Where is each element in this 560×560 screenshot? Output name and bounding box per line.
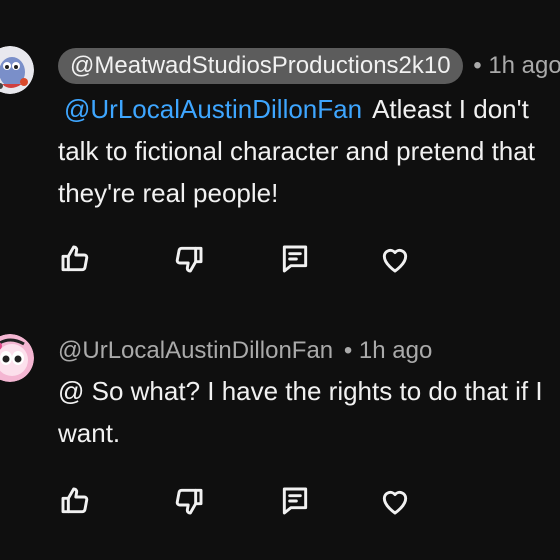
thumbs-down-icon [175, 488, 203, 515]
like-button[interactable] [58, 242, 92, 276]
comment-text: @UrLocalAustinDillonFan Atleast I don't t… [58, 88, 560, 214]
mention-link[interactable]: @UrLocalAustinDillonFan [64, 94, 362, 124]
author-handle[interactable]: @UrLocalAustinDillonFan [58, 337, 333, 364]
comment-line: they're real people! [58, 178, 279, 208]
comment-line: @ So what? I have the rights to do that … [58, 376, 543, 406]
thumbs-up-icon [61, 487, 89, 514]
heart-button[interactable] [378, 242, 412, 276]
reply-icon [282, 245, 308, 273]
comment-actions [58, 484, 458, 520]
like-button[interactable] [58, 484, 92, 518]
dislike-button[interactable] [172, 242, 206, 276]
comment-header: @UrLocalAustinDillonFan • 1h ago [58, 334, 432, 368]
comment-line: @UrLocalAustinDillonFan Atleast I don't [64, 94, 529, 124]
heart-button[interactable] [378, 484, 412, 518]
comment-header: @MeatwadStudiosProductions2k10 • 1h ago [58, 48, 560, 84]
thumbs-up-icon [61, 245, 89, 272]
timestamp: • 1h ago [343, 337, 433, 364]
comment-line: want. [58, 418, 121, 448]
author-handle[interactable]: @MeatwadStudiosProductions2k10 [58, 48, 463, 84]
avatar[interactable] [0, 334, 34, 382]
dislike-button[interactable] [172, 484, 206, 518]
reply-icon [282, 487, 308, 515]
avatar[interactable] [0, 46, 34, 94]
comment-actions [58, 242, 458, 278]
reply-button[interactable] [278, 484, 312, 518]
reply-button[interactable] [278, 242, 312, 276]
comment-line: talk to fictional character and pretend … [58, 136, 535, 166]
thumbs-down-icon [175, 246, 203, 273]
heart-icon [382, 248, 408, 273]
heart-icon [382, 490, 408, 515]
timestamp: • 1h ago [473, 52, 560, 79]
comment-text: @ So what? I have the rights to do that … [58, 370, 560, 454]
